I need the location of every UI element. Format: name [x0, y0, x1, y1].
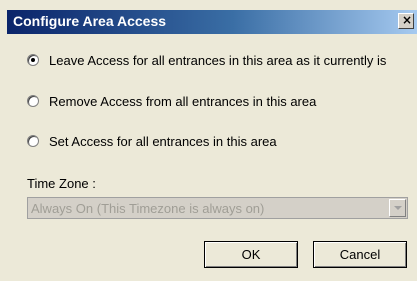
title-bar[interactable]: Configure Area Access ×	[7, 10, 417, 34]
radio-label: Remove Access from all entrances in this…	[49, 93, 317, 109]
dialog-title: Configure Area Access	[13, 13, 167, 29]
radio-label: Set Access for all entrances in this are…	[49, 133, 277, 149]
dropdown-button[interactable]	[389, 199, 406, 217]
radio-leave-access[interactable]: Leave Access for all entrances in this a…	[27, 51, 386, 69]
chevron-down-icon	[394, 206, 402, 210]
close-icon: ×	[402, 13, 413, 27]
radio-selected-dot	[31, 58, 35, 62]
radio-button[interactable]	[27, 54, 39, 66]
time-zone-value: Always On (This Timezone is always on)	[31, 201, 265, 216]
radio-button[interactable]	[27, 95, 39, 107]
dialog-body: Leave Access for all entrances in this a…	[7, 34, 417, 281]
time-zone-select[interactable]: Always On (This Timezone is always on)	[27, 197, 408, 219]
time-zone-label: Time Zone :	[27, 176, 96, 191]
ok-button[interactable]: OK	[204, 241, 298, 268]
radio-remove-access[interactable]: Remove Access from all entrances in this…	[27, 92, 316, 110]
radio-label: Leave Access for all entrances in this a…	[49, 52, 387, 68]
radio-set-access[interactable]: Set Access for all entrances in this are…	[27, 132, 277, 150]
cancel-button[interactable]: Cancel	[313, 241, 407, 268]
radio-button[interactable]	[27, 135, 39, 147]
close-button[interactable]: ×	[398, 13, 414, 29]
configure-area-access-dialog: Configure Area Access × Leave Access for…	[0, 0, 417, 281]
